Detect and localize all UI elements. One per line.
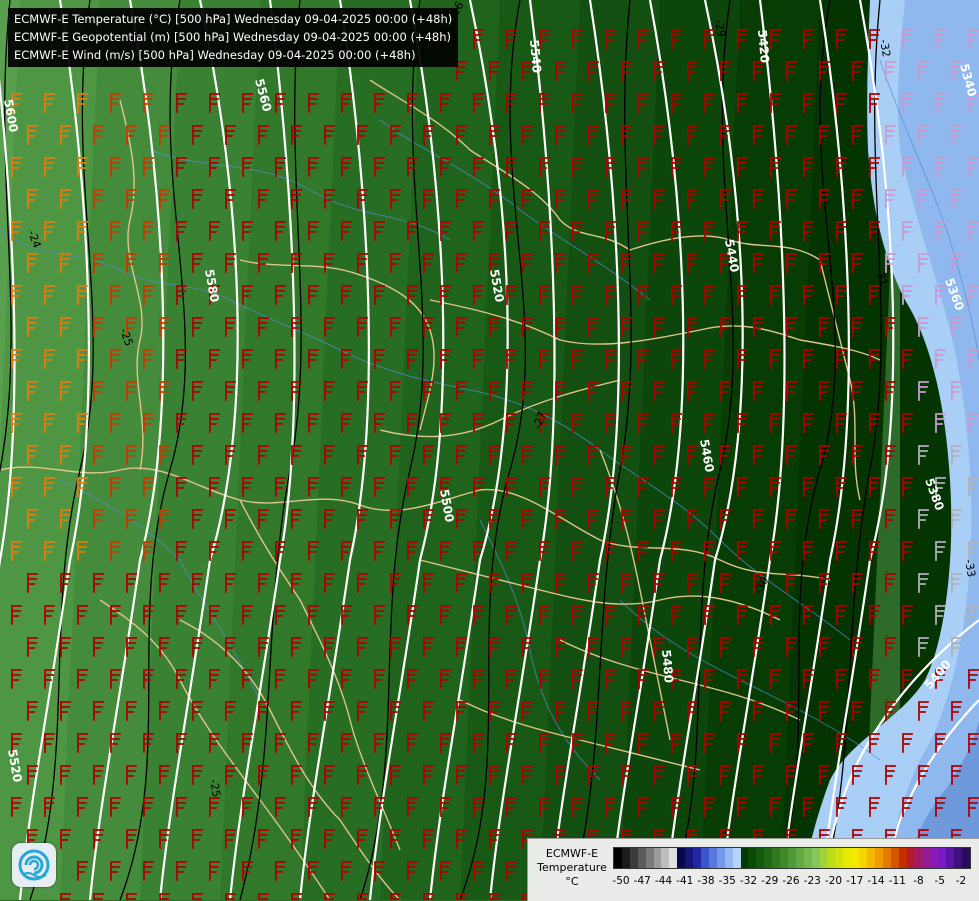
- legend-color-swatch: [756, 848, 765, 868]
- legend-color-swatch: [685, 848, 694, 868]
- legend-title: ECMWF-E Temperature °C: [532, 847, 612, 889]
- legend-color-swatch: [938, 848, 947, 868]
- legend-color-swatch: [961, 848, 970, 868]
- legend-title-model: ECMWF-E: [545, 847, 599, 860]
- legend-color-swatch: [882, 848, 891, 868]
- legend-color-swatch: [708, 848, 717, 868]
- legend-title-variable: Temperature: [537, 861, 607, 874]
- legend-color-swatch: [645, 848, 654, 868]
- legend-tick-label: -47: [633, 875, 651, 887]
- legend-color-swatch: [780, 848, 788, 868]
- legend-color-bar: [613, 847, 971, 869]
- legend-tick-label: -41: [676, 875, 694, 887]
- legend-color-swatch: [819, 848, 828, 868]
- legend-color-swatch: [693, 848, 701, 868]
- legend-tick-label: -23: [803, 875, 821, 887]
- app-logo-icon[interactable]: [12, 843, 56, 887]
- legend-color-swatch: [677, 848, 686, 868]
- legend-color-swatch: [653, 848, 662, 868]
- legend-color-swatch: [890, 848, 899, 868]
- legend-color-swatch: [764, 848, 773, 868]
- legend-color-swatch: [914, 848, 923, 868]
- legend-color-swatch: [803, 848, 812, 868]
- legend-color-swatch: [700, 848, 709, 868]
- legend-tick-label: -11: [888, 875, 906, 887]
- legend-color-swatch: [614, 848, 622, 868]
- legend-color-swatch: [859, 848, 867, 868]
- legend-color-swatch: [740, 848, 749, 868]
- legend-color-swatch: [669, 848, 678, 868]
- legend-color-swatch: [946, 848, 954, 868]
- legend-color-swatch: [953, 848, 962, 868]
- legend-color-swatch: [922, 848, 931, 868]
- legend-color-swatch: [835, 848, 844, 868]
- legend-tick-label: -2: [955, 875, 967, 887]
- geopotential-label: 5480: [659, 649, 676, 683]
- legend-color-swatch: [898, 848, 907, 868]
- legend-color-swatch: [772, 848, 781, 868]
- legend-tick-label: -14: [867, 875, 885, 887]
- legend-color-swatch: [851, 848, 860, 868]
- legend-color-swatch: [732, 848, 741, 868]
- legend-tick-label: -17: [846, 875, 864, 887]
- weather-map: 5600558055605540552055005480546054405420…: [0, 0, 979, 900]
- title-geopotential: ECMWF-E Geopotential (m) [500 hPa] Wedne…: [14, 30, 451, 44]
- legend-tick-label: -8: [913, 875, 924, 887]
- legend-tick-label: -35: [718, 875, 736, 887]
- wind-barb-icon: [885, 637, 896, 657]
- legend-tick-label: -5: [934, 875, 945, 887]
- legend-color-swatch: [716, 848, 725, 868]
- legend-color-swatch: [811, 848, 820, 868]
- legend-tick-label: -38: [697, 875, 715, 887]
- legend-color-swatch: [827, 848, 836, 868]
- legend-color-swatch: [748, 848, 757, 868]
- legend-tick-label: -26: [782, 875, 800, 887]
- wind-barb-icon: [885, 509, 896, 529]
- legend-color-swatch: [906, 848, 915, 868]
- legend-tick-label: -29: [761, 875, 779, 887]
- map-title-box: ECMWF-E Temperature (°C) [500 hPa] Wedne…: [8, 8, 459, 67]
- legend-color-swatch: [843, 848, 852, 868]
- geopotential-label: 5420: [755, 29, 772, 63]
- legend-unit: °C: [565, 875, 579, 888]
- geopotential-label: 5540: [527, 39, 544, 73]
- legend-color-swatch: [787, 848, 796, 868]
- legend-tick-label: -50: [612, 875, 630, 887]
- legend-color-swatch: [637, 848, 646, 868]
- legend-tick-label: -20: [824, 875, 843, 887]
- legend-color-swatch: [867, 848, 875, 868]
- legend-color-swatch: [874, 848, 883, 868]
- legend-tick-label: -32: [739, 875, 758, 887]
- title-temperature: ECMWF-E Temperature (°C) [500 hPa] Wedne…: [14, 12, 453, 26]
- legend-color-swatch: [930, 848, 939, 868]
- legend-color-swatch: [629, 848, 638, 868]
- legend-color-swatch: [795, 848, 804, 868]
- legend-color-swatch: [724, 848, 733, 868]
- wind-barb-icon: [885, 573, 896, 593]
- legend-tick-label: -44: [654, 875, 673, 887]
- title-wind: ECMWF-E Wind (m/s) [500 hPa] Wednesday 0…: [14, 48, 416, 62]
- temperature-legend: ECMWF-E Temperature °C -50 -47 -44 -41 -38 -3…: [527, 838, 979, 901]
- legend-color-swatch: [661, 848, 670, 868]
- legend-color-swatch: [621, 848, 630, 868]
- legend-tick-labels: -50 -47 -44 -41 -38 -35 -32 -29 -26 -23 -20 -17 -14-…: [612, 875, 973, 889]
